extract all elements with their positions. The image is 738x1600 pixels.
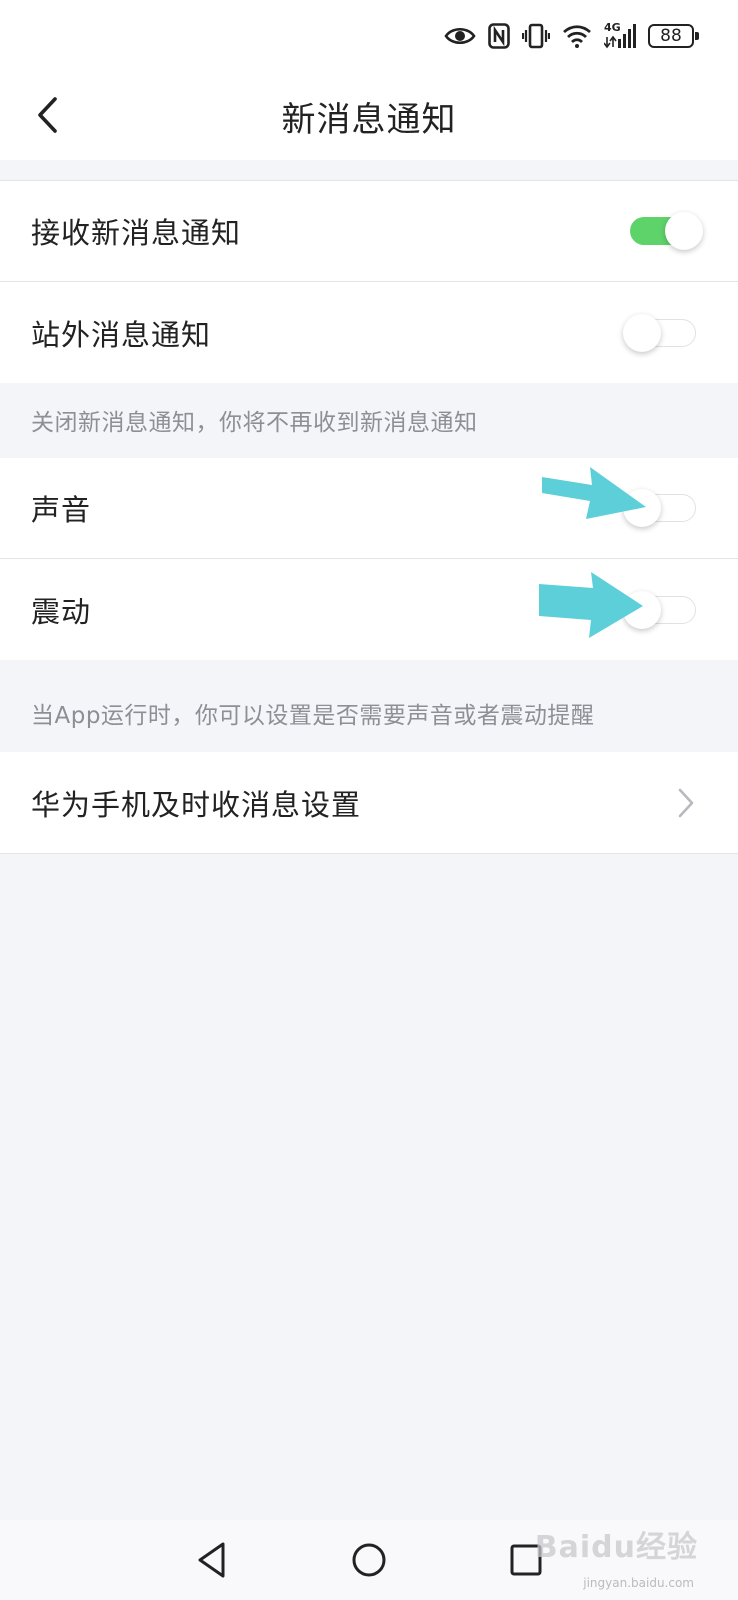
receive-notifications-row: 接收新消息通知 — [0, 181, 738, 282]
annotation-arrow-icon — [542, 467, 646, 519]
toggle-knob — [623, 313, 661, 352]
annotation-arrow-icon — [539, 572, 643, 638]
huawei-push-settings-row[interactable]: 华为手机及时收消息设置 — [0, 752, 738, 853]
watermark-logo: Baidu经验 — [534, 1530, 698, 1565]
eye-icon — [444, 27, 476, 45]
device-settings-group: 华为手机及时收消息设置 — [0, 752, 738, 854]
vibrate-label: 震动 — [31, 594, 92, 629]
wifi-icon — [563, 25, 591, 48]
huawei-push-settings-label: 华为手机及时收消息设置 — [31, 787, 362, 822]
external-notifications-row: 站外消息通知 — [0, 282, 738, 383]
battery-indicator: 88 — [648, 24, 699, 48]
chevron-right-icon — [678, 788, 694, 817]
receive-notifications-toggle[interactable] — [630, 212, 703, 250]
header: 新消息通知 — [0, 70, 738, 160]
alert-hint: 当App运行时，你可以设置是否需要声音或者震动提醒 — [31, 703, 595, 729]
back-triangle-icon[interactable] — [192, 1540, 232, 1580]
signal-icon — [604, 24, 636, 49]
home-circle-icon[interactable] — [349, 1540, 389, 1580]
external-notifications-toggle[interactable] — [623, 313, 696, 352]
nfc-icon — [488, 23, 510, 49]
external-notifications-label: 站外消息通知 — [31, 317, 212, 352]
receive-notifications-label: 接收新消息通知 — [31, 216, 242, 250]
sound-label: 声音 — [31, 493, 92, 527]
signal-indicator: 4G — [604, 21, 636, 49]
toggle-knob — [665, 212, 703, 250]
battery-level: 88 — [660, 26, 682, 46]
vibrate-icon — [522, 23, 550, 49]
notification-settings-group: 接收新消息通知 站外消息通知 — [0, 180, 738, 383]
status-icons: 4G 88 — [444, 20, 699, 52]
page-title: 新消息通知 — [281, 100, 457, 140]
notification-hint: 关闭新消息通知，你将不再收到新消息通知 — [31, 410, 478, 436]
watermark-url: jingyan.baidu.com — [583, 1576, 694, 1590]
status-bar: 4G 88 — [0, 0, 738, 70]
